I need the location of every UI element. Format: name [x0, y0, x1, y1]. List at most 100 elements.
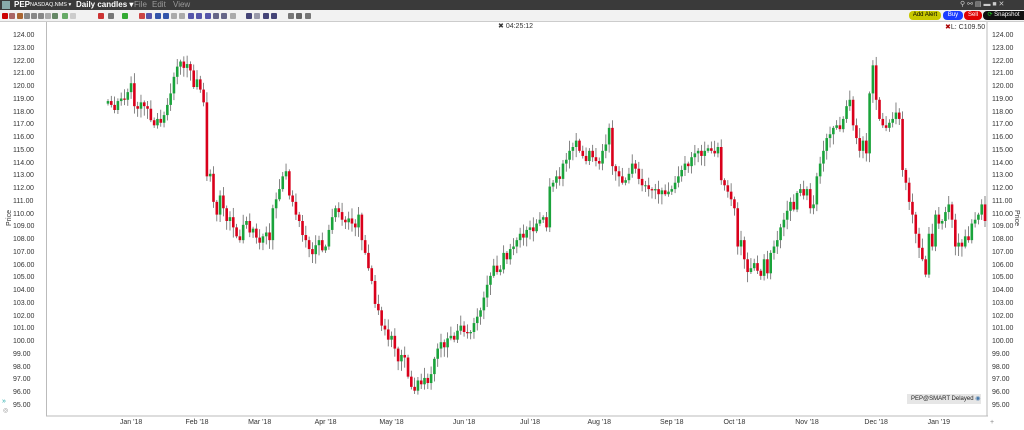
settings-icon[interactable]: ◎: [3, 407, 8, 414]
y-tick-label-left: 119.00: [13, 95, 34, 103]
pointer-icon[interactable]: [17, 13, 23, 19]
square-icon[interactable]: [230, 13, 236, 19]
toolbar: [0, 10, 1024, 22]
trend-icon[interactable]: [146, 13, 152, 19]
menu-file[interactable]: File: [134, 0, 147, 10]
move-icon[interactable]: [271, 13, 277, 19]
candle: [492, 258, 496, 278]
candle: [756, 255, 759, 275]
candle-body-up: [126, 92, 130, 100]
candle: [983, 196, 987, 228]
exchange-dropdown[interactable]: NASDAQ.NMS ▾: [30, 0, 71, 10]
candle-body-up: [330, 217, 334, 230]
compare-icon[interactable]: [52, 13, 58, 19]
y-tick-label-right: 124.00: [992, 32, 1014, 39]
candle-body-up: [670, 189, 674, 192]
add-alert-button[interactable]: Add Alert: [909, 11, 941, 20]
settings-icon[interactable]: [288, 13, 294, 19]
candle: [231, 207, 235, 238]
circle-icon[interactable]: [45, 13, 51, 19]
candle: [808, 183, 812, 214]
y-tick-label-left: 124.00: [13, 32, 35, 39]
candle-body-down: [377, 303, 380, 311]
x-tick-label: Jan '18: [119, 419, 143, 426]
y-tick-label-right: 97.00: [992, 376, 1010, 384]
menu-view[interactable]: View: [173, 0, 190, 10]
layout-icon[interactable]: [62, 13, 68, 19]
candle: [199, 75, 202, 93]
redo-icon[interactable]: [179, 13, 185, 19]
close-icon[interactable]: [2, 13, 8, 19]
cross-icon[interactable]: [139, 13, 145, 19]
candle-body-down: [248, 221, 252, 233]
candle: [696, 148, 700, 163]
candle-body-down: [133, 83, 136, 107]
y-tick-label-left: 109.00: [13, 223, 35, 231]
fib-icon[interactable]: [188, 13, 194, 19]
candle: [743, 236, 746, 269]
candle-body-up: [775, 240, 779, 247]
candle: [429, 366, 433, 390]
candle: [505, 250, 509, 264]
candle-body-up: [528, 227, 532, 230]
y-tick-label-left: 99.00: [13, 350, 31, 358]
box2-icon[interactable]: [163, 13, 169, 19]
candle: [449, 326, 453, 341]
window-controls[interactable]: ⚲ ⚯ ▤ ▬ ■ ✕: [960, 0, 1004, 10]
symbol-label[interactable]: PEP: [14, 0, 30, 10]
candle: [278, 179, 281, 202]
pen-icon[interactable]: [98, 13, 104, 19]
menu-edit[interactable]: Edit: [152, 0, 166, 10]
candle: [944, 206, 947, 228]
crosshair-icon[interactable]: [9, 13, 15, 19]
expand-icon[interactable]: »: [2, 398, 6, 405]
bars-icon[interactable]: [108, 13, 114, 19]
candle-body-down: [710, 148, 713, 151]
candle-body-up: [327, 229, 331, 247]
align-right-icon[interactable]: [254, 13, 260, 19]
candle-body-up: [525, 229, 529, 238]
candle-body-up: [630, 163, 634, 174]
candle: [149, 100, 153, 123]
candle-body-down: [736, 208, 740, 247]
grid-icon[interactable]: [24, 13, 30, 19]
undo-icon[interactable]: [171, 13, 177, 19]
candle-body-up: [588, 150, 591, 162]
candle: [835, 120, 838, 130]
candle-body-down: [617, 171, 621, 177]
candle-body-up: [835, 125, 838, 128]
candle: [423, 367, 426, 390]
price-chart[interactable]: [46, 22, 988, 418]
refresh-icon[interactable]: [296, 13, 302, 19]
candle: [541, 215, 545, 224]
align-left-icon[interactable]: [246, 13, 252, 19]
info-icon[interactable]: [122, 13, 128, 19]
y-tick-label-left: 98.00: [13, 363, 31, 371]
candle-body-up: [654, 189, 657, 191]
candle: [324, 244, 327, 253]
candle-body-up: [390, 335, 393, 340]
box-icon[interactable]: [155, 13, 161, 19]
candle-body-up: [624, 180, 627, 183]
split-icon[interactable]: [263, 13, 269, 19]
sell-button[interactable]: Sell: [964, 11, 982, 20]
x-tick-label: Mar '18: [248, 419, 272, 426]
line-icon[interactable]: [196, 13, 202, 19]
candle: [215, 199, 219, 222]
channel-icon[interactable]: [205, 13, 211, 19]
buy-button[interactable]: Buy: [943, 11, 963, 20]
axis-corner-icon[interactable]: +: [990, 419, 994, 426]
zoom-in-icon[interactable]: [213, 13, 219, 19]
candle-body-down: [756, 263, 759, 271]
candle: [301, 215, 304, 242]
print-icon[interactable]: [31, 13, 37, 19]
link-icon[interactable]: [38, 13, 44, 19]
wrench-icon[interactable]: [305, 13, 311, 19]
candle: [838, 116, 842, 132]
snapshot-button[interactable]: ⟳ Snapshot: [983, 11, 1024, 20]
zoom-out-icon[interactable]: [221, 13, 227, 19]
candle: [350, 208, 354, 232]
chart-type-dropdown[interactable]: Daily candles ▾: [76, 0, 133, 10]
blank-icon[interactable]: [70, 13, 76, 19]
candle-body-up: [980, 204, 984, 215]
